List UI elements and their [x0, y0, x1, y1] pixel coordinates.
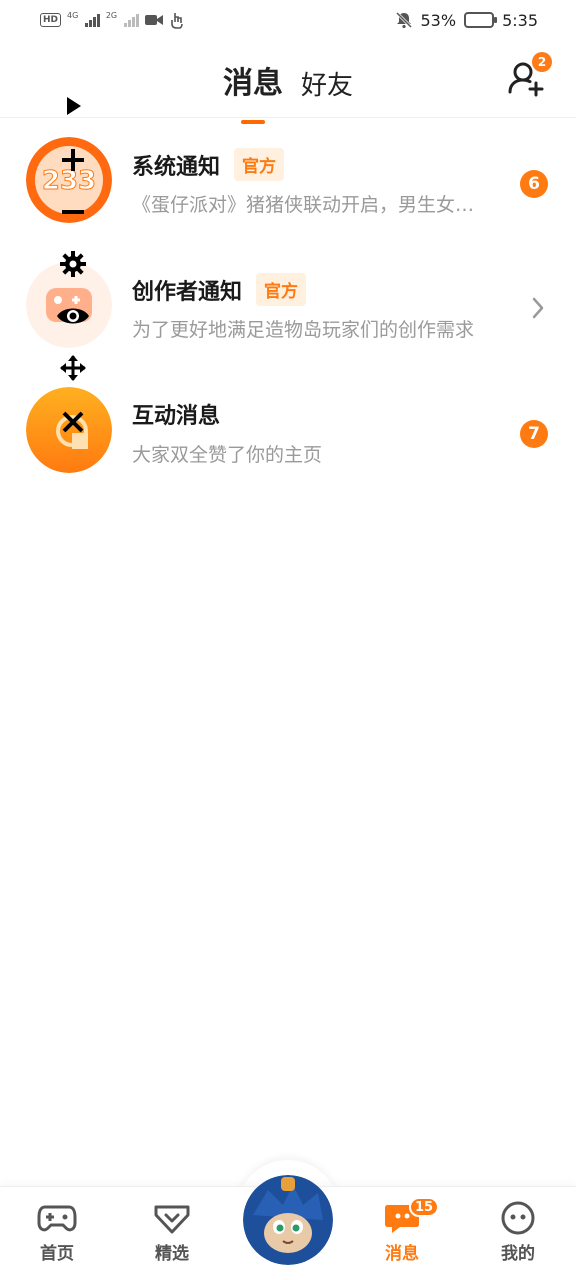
- unread-count-badge: 6: [520, 170, 548, 198]
- nav-home[interactable]: 首页: [12, 1201, 102, 1264]
- item-title: 创作者通知: [132, 279, 243, 305]
- gear-icon: [60, 251, 86, 277]
- zoom-out-icon: [62, 210, 84, 214]
- add-friend-badge: 2: [532, 52, 552, 72]
- unread-count-badge: 7: [520, 420, 548, 448]
- tab-friends[interactable]: 好友: [301, 65, 353, 102]
- floating-toolstrip: [46, 80, 100, 450]
- battery-percent: 53%: [420, 10, 457, 30]
- eye-icon: [57, 308, 89, 324]
- zoom-in-button[interactable]: [46, 140, 100, 180]
- close-button[interactable]: [46, 402, 100, 442]
- item-subtitle: 大家双全赞了你的主页: [132, 444, 323, 466]
- zoom-in-icon: [62, 149, 84, 171]
- tab-messages[interactable]: 消息: [223, 58, 283, 102]
- play-button[interactable]: [46, 86, 100, 126]
- center-avatar-button[interactable]: [243, 1175, 333, 1265]
- gamepad-icon: [37, 1205, 77, 1232]
- item-title: 互动消息: [132, 404, 221, 429]
- status-right: 53% 5:35: [395, 10, 538, 30]
- status-left: HD 4G 2G: [40, 11, 185, 29]
- network-type-1: 4G: [67, 11, 79, 20]
- face-icon: [501, 1201, 535, 1235]
- battery-icon: [464, 12, 498, 28]
- nav-label: 消息: [385, 1244, 419, 1264]
- official-tag: 官方: [256, 273, 307, 306]
- view-button[interactable]: [46, 296, 100, 336]
- nav-label: 首页: [40, 1244, 74, 1264]
- nav-messages[interactable]: 15 消息: [357, 1197, 447, 1264]
- move-button[interactable]: [46, 348, 100, 388]
- bell-muted-icon: [395, 11, 412, 29]
- nav-profile[interactable]: 我的: [473, 1201, 563, 1264]
- settings-button[interactable]: [46, 244, 100, 284]
- signal-icon: [85, 13, 100, 27]
- item-subtitle: 为了更好地满足造物岛玩家们的创作需求: [132, 319, 475, 341]
- video-icon: [144, 15, 163, 25]
- chevron-right-icon: [532, 297, 544, 319]
- clock: 5:35: [502, 10, 538, 30]
- hd-indicator: HD: [40, 13, 62, 27]
- add-friend-button[interactable]: 2: [506, 52, 552, 98]
- item-subtitle: 《蛋仔派对》猪猪侠联动开启，男生女生向前冲！: [132, 194, 488, 216]
- touch-icon: [170, 13, 183, 29]
- nav-label: 我的: [501, 1244, 535, 1264]
- network-type-2: 2G: [105, 11, 118, 20]
- zoom-out-button[interactable]: [46, 192, 100, 232]
- play-icon: [67, 97, 81, 115]
- signal-icon-2: [124, 13, 139, 27]
- close-icon: [62, 411, 84, 433]
- character-avatar: [243, 1175, 333, 1265]
- heart-badge-icon: [154, 1205, 190, 1234]
- nav-featured[interactable]: 精选: [127, 1201, 217, 1264]
- item-title: 系统通知: [132, 154, 221, 180]
- move-icon: [60, 355, 86, 381]
- official-tag: 官方: [234, 148, 285, 181]
- messages-badge: 15: [409, 1197, 440, 1217]
- nav-label: 精选: [155, 1244, 189, 1264]
- status-bar: HD 4G 2G 53% 5:35: [0, 0, 576, 40]
